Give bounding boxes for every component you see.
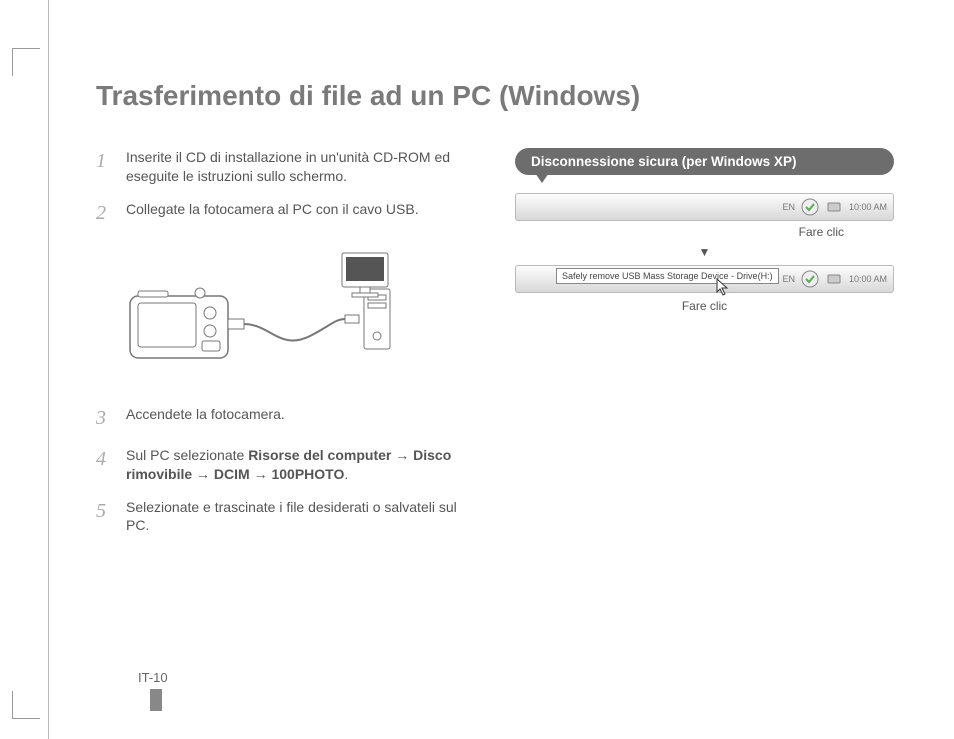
- step-4: 4 Sul PC selezionate Risorse del compute…: [96, 446, 475, 484]
- columns: 1 Inserite il CD di installazione in un'…: [96, 148, 894, 549]
- windows-taskbar: EN 10:00 AM: [515, 193, 894, 221]
- safely-remove-icon: [801, 198, 819, 216]
- click-label-2: Fare clic: [515, 299, 894, 313]
- cursor-icon: [716, 278, 730, 296]
- safely-remove-tooltip: Safely remove USB Mass Storage Device - …: [556, 268, 779, 284]
- safely-remove-icon: [801, 270, 819, 288]
- arrow: →: [391, 447, 413, 463]
- step-text: Collegate la fotocamera al PC con il cav…: [126, 200, 419, 227]
- page-tab-marker: [150, 689, 162, 711]
- step4-path1: Risorse del computer: [248, 447, 391, 463]
- taskbar-screenshot-1: EN 10:00 AM Fare clic: [515, 193, 894, 239]
- flow-arrow-icon: ▼: [515, 245, 894, 259]
- page-content: Trasferimento di file ad un PC (Windows)…: [96, 80, 894, 549]
- callout-tail-icon: [535, 173, 549, 183]
- step-text: Accendete la fotocamera.: [126, 405, 285, 432]
- step-3: 3 Accendete la fotocamera.: [96, 405, 475, 432]
- margin-guide: [48, 0, 49, 739]
- right-column: Disconnessione sicura (per Windows XP) E…: [515, 148, 894, 549]
- illustration-svg: [120, 241, 410, 381]
- camera-to-pc-illustration: [120, 241, 410, 381]
- click-label-1: Fare clic: [515, 225, 894, 239]
- step-number: 5: [96, 498, 112, 536]
- tray-language: EN: [782, 274, 795, 284]
- step-number: 1: [96, 148, 112, 186]
- step4-path3: DCIM: [214, 466, 250, 482]
- tray-clock: 10:00 AM: [849, 202, 887, 212]
- step-2: 2 Collegate la fotocamera al PC con il c…: [96, 200, 475, 227]
- crop-mark-top-left: [12, 48, 40, 76]
- tray-language: EN: [782, 202, 795, 212]
- step4-path4: 100PHOTO: [271, 466, 344, 482]
- left-column: 1 Inserite il CD di installazione in un'…: [96, 148, 475, 549]
- taskbar-screenshot-2: Safely remove USB Mass Storage Device - …: [515, 265, 894, 313]
- arrow: →: [250, 466, 272, 482]
- callout-title: Disconnessione sicura (per Windows XP): [515, 148, 894, 175]
- step-1: 1 Inserite il CD di installazione in un'…: [96, 148, 475, 186]
- step-number: 4: [96, 446, 112, 484]
- crop-mark-bottom-left: [12, 691, 40, 719]
- step-text: Inserite il CD di installazione in un'un…: [126, 148, 475, 186]
- step-text: Sul PC selezionate Risorse del computer …: [126, 446, 475, 484]
- page-number: IT-10: [138, 670, 168, 685]
- tray-device-icon: [825, 270, 843, 288]
- step4-suffix: .: [344, 466, 348, 482]
- windows-taskbar: Safely remove USB Mass Storage Device - …: [515, 265, 894, 293]
- arrow: →: [192, 466, 214, 482]
- step-5: 5 Selezionate e trascinate i file deside…: [96, 498, 475, 536]
- step-number: 2: [96, 200, 112, 227]
- page-title: Trasferimento di file ad un PC (Windows): [96, 80, 894, 112]
- step4-prefix: Sul PC selezionate: [126, 447, 248, 463]
- callout-box: Disconnessione sicura (per Windows XP): [515, 148, 894, 175]
- tray-clock: 10:00 AM: [849, 274, 887, 284]
- step-text: Selezionate e trascinate i file desidera…: [126, 498, 475, 536]
- tray-device-icon: [825, 198, 843, 216]
- step-number: 3: [96, 405, 112, 432]
